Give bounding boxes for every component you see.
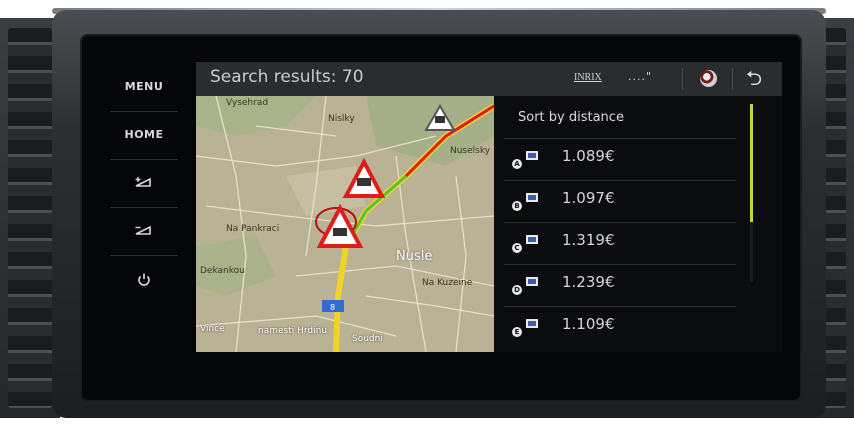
map-street-label: Nislky — [328, 114, 355, 124]
menu-button-label: MENU — [124, 79, 164, 93]
map-street-label: Soudni — [352, 334, 383, 344]
fuel-station-icon — [526, 319, 538, 328]
list-item[interactable]: B 1.097€ — [504, 180, 736, 223]
menu-button[interactable]: MENU — [104, 68, 184, 104]
fuel-price: 1.097€ — [562, 189, 615, 207]
fuel-price: 1.109€ — [562, 315, 615, 333]
button-divider — [110, 111, 178, 112]
button-divider — [110, 159, 178, 160]
fuel-price: 1.239€ — [562, 273, 615, 291]
online-globe-icon[interactable] — [700, 70, 717, 87]
fuel-price: 1.319€ — [562, 231, 615, 249]
fuel-station-icon — [526, 235, 538, 244]
button-divider — [110, 255, 178, 256]
map-district-label: Nusle — [396, 249, 433, 264]
sort-option[interactable]: Sort by distance — [518, 110, 624, 125]
volume-up-icon — [135, 177, 151, 187]
list-item[interactable]: C 1.319€ — [504, 222, 736, 265]
map-street-label: Dekankou — [200, 266, 245, 276]
map-street-label: Vysehrad — [226, 98, 269, 108]
result-marker: A — [512, 159, 522, 169]
traffic-provider-logo: INRIX — [574, 72, 602, 83]
fuel-station-icon — [526, 193, 538, 202]
result-marker: C — [512, 243, 522, 253]
header-bar: Search results: 70 INRIX ...." ⮌ — [196, 62, 782, 96]
car-dashboard: MENU HOME Search results: 70 INRIX ...."… — [0, 0, 854, 430]
map-street-label: namesti Hrdinu — [258, 326, 328, 336]
list-item[interactable]: E 1.109€ — [504, 306, 736, 349]
connection-status: ...." — [628, 70, 653, 83]
hardware-button-column: MENU HOME — [104, 62, 184, 332]
map-street-label: Vince — [200, 324, 225, 334]
result-marker: B — [512, 201, 522, 211]
fuel-station-icon — [526, 151, 538, 160]
home-button[interactable]: HOME — [104, 116, 184, 152]
volume-down-button[interactable] — [104, 212, 184, 248]
header-divider — [682, 68, 683, 90]
page-title: Search results: 70 — [210, 67, 364, 87]
route-badge: 8 — [330, 303, 335, 312]
list-item[interactable]: A 1.089€ — [504, 138, 736, 181]
left-air-vent — [0, 18, 60, 418]
back-arrow-icon: ⮌ — [745, 66, 763, 90]
infotainment-screen: Search results: 70 INRIX ...." ⮌ 8 Vyseh… — [196, 62, 782, 352]
button-divider — [110, 207, 178, 208]
map-view[interactable]: 8 Vysehrad Nuselsky Na Pankraci Nusle Na… — [196, 96, 494, 352]
map-street-label: Na Kuzeine — [422, 278, 473, 288]
result-marker: E — [512, 327, 522, 337]
fuel-price: 1.089€ — [562, 147, 615, 165]
result-marker: D — [512, 285, 522, 295]
header-divider — [732, 68, 733, 90]
map-street-label: Na Pankraci — [226, 224, 280, 234]
power-icon — [138, 273, 150, 286]
scrollbar-thumb[interactable] — [750, 104, 753, 222]
map-street-label: Nuselsky — [450, 146, 491, 156]
list-item[interactable]: D 1.239€ — [504, 264, 736, 307]
volume-up-button[interactable] — [104, 164, 184, 200]
results-list: Sort by distance A 1.089€ B 1.097€ C 1.3… — [494, 96, 782, 352]
back-button[interactable]: ⮌ — [740, 66, 768, 90]
fuel-station-icon — [526, 277, 538, 286]
power-button[interactable] — [104, 262, 184, 298]
home-button-label: HOME — [124, 127, 164, 141]
volume-down-icon — [135, 225, 151, 235]
